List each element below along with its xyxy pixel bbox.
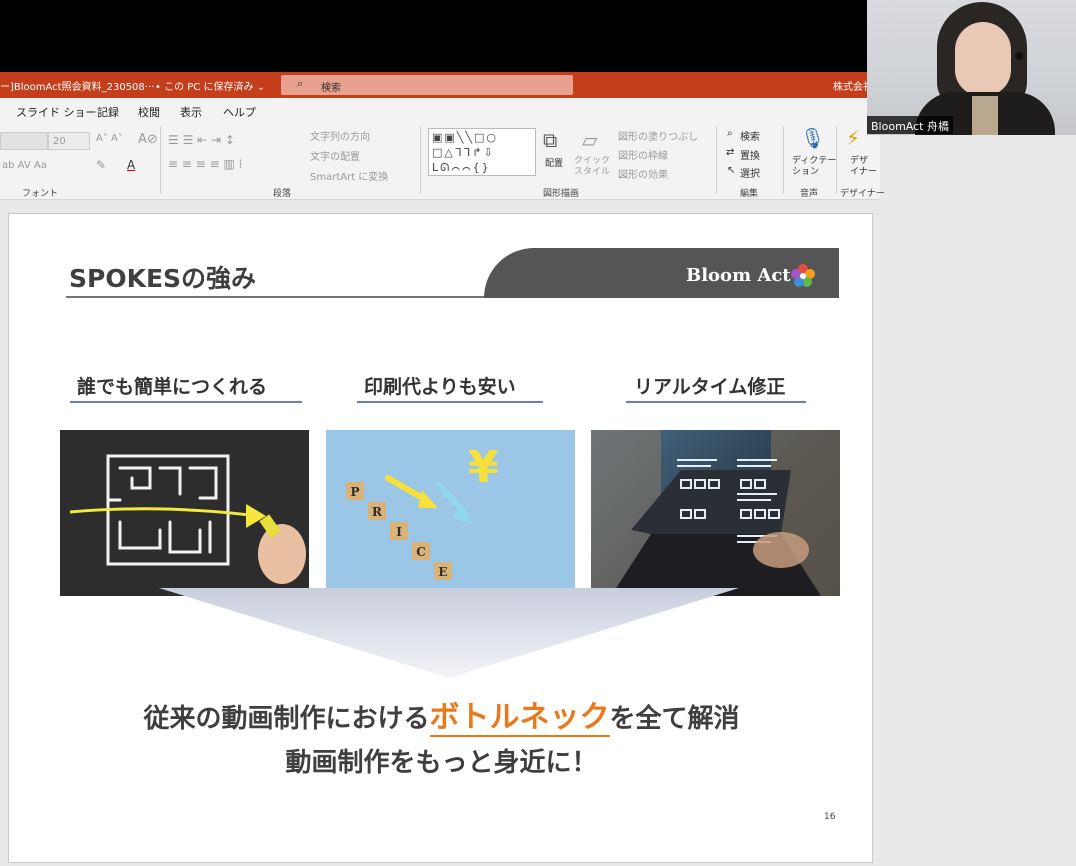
maze-chalkboard-image xyxy=(60,430,309,596)
text-direction-button[interactable]: 文字列の方向 xyxy=(310,128,370,143)
find-button[interactable]: 検索 xyxy=(740,128,760,143)
shapes-gallery[interactable]: ▣▣╲╲□○ □△ᒣᒣ↱⇩ ᒪᘏ⌒⌒{} xyxy=(428,128,536,176)
flower-logo-icon xyxy=(791,264,815,287)
top-black-area xyxy=(0,0,868,72)
shape-effects-button[interactable]: 図形の効果 xyxy=(618,166,668,181)
tab-record[interactable]: 記録 xyxy=(97,104,119,120)
text-align-button[interactable]: 文字の配置 xyxy=(310,148,360,163)
bottleneck-prefix: 従来の動画制作における xyxy=(143,704,430,734)
price-block-p: P xyxy=(350,485,359,499)
font-name-field[interactable] xyxy=(0,132,48,150)
document-title[interactable]: ー]BloomAct照会資料_230508··· xyxy=(0,78,154,93)
designer-button[interactable]: デザ イナー xyxy=(850,156,877,178)
ribbon-tabs: スライド ショー 記録 校閲 表示 ヘルプ xyxy=(0,98,868,122)
feature-cheap-underline xyxy=(357,401,543,403)
search-input[interactable]: ⌕ 検索 xyxy=(281,75,573,95)
smartart-button[interactable]: SmartArt に変換 xyxy=(310,168,388,183)
select-icon: ↖ xyxy=(727,165,736,176)
quick-styles-icon[interactable]: ▱ xyxy=(582,128,597,152)
shape-outline-button[interactable]: 図形の枠線 xyxy=(618,147,668,162)
divider xyxy=(783,126,784,194)
title-underline xyxy=(66,296,536,298)
clear-format-icon[interactable]: A⊘ xyxy=(138,132,158,147)
price-block-r: R xyxy=(372,505,383,519)
grow-font-icon[interactable]: A˄ A˅ xyxy=(96,133,123,144)
ribbon: 20 A˄ A˅ A⊘ ab AV Aa ✎ A フォント ☰ ☰ ⇤ ⇥ ↕ … xyxy=(0,122,885,200)
bottleneck-highlight: ボトルネック xyxy=(429,700,610,737)
feature-easy-title: 誰でも簡単につくれる xyxy=(77,376,268,398)
divider xyxy=(836,126,837,194)
laptop-checklist-image xyxy=(591,430,840,596)
highlight-color-icon[interactable]: ✎ xyxy=(96,158,106,172)
group-font-label: フォント xyxy=(22,189,59,199)
replace-icon: ⇄ xyxy=(726,147,735,158)
closing-statement: 動画制作をもっと身近に！ xyxy=(285,748,598,778)
search-icon: ⌕ xyxy=(727,128,733,139)
dictate-button[interactable]: ディクテー ション xyxy=(792,156,836,178)
headset-mic xyxy=(1015,52,1023,60)
feature-realtime-underline xyxy=(626,401,806,403)
font-color-icon[interactable]: A xyxy=(127,158,135,172)
shape-fill-button[interactable]: 図形の塗りつぶし xyxy=(618,128,698,143)
price-block-i: I xyxy=(396,525,402,539)
bottleneck-suffix: を全て解消 xyxy=(609,704,740,734)
group-paragraph-label: 段落 xyxy=(273,189,292,199)
feature-cheap-title: 印刷代よりも安い xyxy=(364,376,516,398)
replace-button[interactable]: 置換 xyxy=(740,147,760,162)
group-editing-label: 編集 xyxy=(740,189,759,199)
designer-icon[interactable]: ⚡ xyxy=(846,126,860,150)
feature-easy-underline xyxy=(70,401,302,403)
bloom-act-logo: Bloom Act xyxy=(686,265,791,286)
save-status[interactable]: • この PC に保存済み ⌄ xyxy=(155,78,265,93)
group-drawing-label: 図形描画 xyxy=(543,189,580,199)
page-number: 16 xyxy=(824,812,836,822)
presenter-face xyxy=(955,22,1011,96)
select-button[interactable]: 選択 xyxy=(740,165,760,180)
price-block-e: E xyxy=(438,565,447,579)
slide-canvas[interactable]: SPOKESの強み Bloom Act 誰でも簡単につくれる 印刷代よりも安い … xyxy=(8,213,873,863)
font-style-icons[interactable]: ab AV Aa xyxy=(2,160,47,171)
search-icon: ⌕ xyxy=(297,77,304,90)
tab-slideshow[interactable]: スライド ショー xyxy=(16,104,97,120)
font-selector[interactable]: 20 xyxy=(0,132,90,150)
quick-styles-button[interactable]: クイック スタイル xyxy=(574,156,610,178)
arrange-button[interactable]: 配置 xyxy=(545,156,563,169)
yen-symbol: ¥ xyxy=(468,442,499,493)
presenter-shirt xyxy=(972,96,998,135)
tab-view[interactable]: 表示 xyxy=(180,104,202,120)
font-size-field[interactable]: 20 xyxy=(48,132,90,150)
tab-review[interactable]: 校閲 xyxy=(138,104,160,120)
search-placeholder: 検索 xyxy=(321,83,341,94)
title-bar: ー]BloomAct照会資料_230508··· • この PC に保存済み ⌄… xyxy=(0,72,873,98)
price-block-c: C xyxy=(416,545,426,559)
tab-help[interactable]: ヘルプ xyxy=(223,104,256,120)
divider xyxy=(716,126,717,194)
slide-title: SPOKESの強み xyxy=(69,264,257,293)
arrange-icon[interactable]: ⧉ xyxy=(543,128,557,152)
group-designer-label: デザイナー xyxy=(840,189,885,199)
price-blocks-image: P R I C E ¥ xyxy=(326,430,575,596)
bullets-icon[interactable]: ☰ ☰ ⇤ ⇥ ↕ xyxy=(168,133,235,147)
group-voice-label: 音声 xyxy=(800,189,819,199)
webcam-video: BloomAct 舟橋 xyxy=(867,0,1076,135)
align-icons[interactable]: ≡ ≡ ≡ ≡ ▥ ⁞ xyxy=(168,157,242,171)
bottleneck-statement: 従来の動画制作におけるボトルネックを全て解消 xyxy=(9,692,874,737)
divider xyxy=(160,126,161,194)
divider xyxy=(420,126,421,194)
feature-realtime-title: リアルタイム修正 xyxy=(634,376,786,398)
funnel-arrow-shape xyxy=(159,588,739,678)
microphone-icon[interactable]: 🎙 xyxy=(800,126,825,150)
participant-name: BloomAct 舟橋 xyxy=(867,116,953,134)
